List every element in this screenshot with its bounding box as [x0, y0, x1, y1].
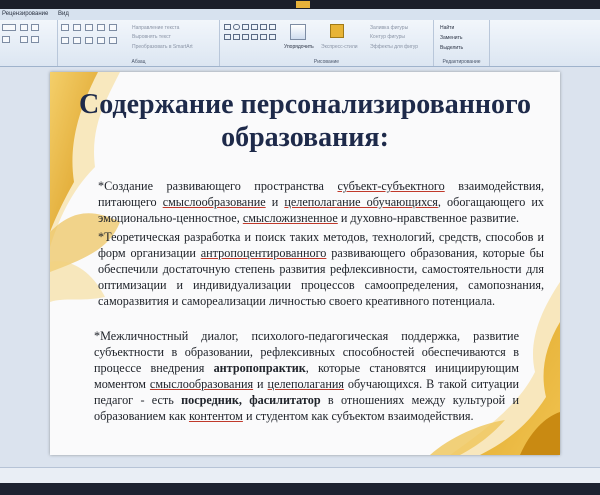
editing-group-label: Редактирование: [442, 59, 481, 65]
shape-rounded-icon[interactable]: [260, 24, 267, 30]
bullets-icon[interactable]: [61, 24, 69, 31]
p3-bold-2: посредник, фасилитатор: [181, 393, 321, 407]
align-center-icon[interactable]: [73, 37, 81, 44]
find-button[interactable]: Найти: [440, 25, 454, 31]
quick-styles-button[interactable]: Экспресс-стили: [321, 44, 358, 50]
editing-group: Найти Заменить Выделить Редактирование: [434, 20, 490, 66]
columns-icon[interactable]: [109, 37, 117, 44]
shape-triangle-icon[interactable]: [269, 24, 276, 30]
indent-decrease-icon[interactable]: [85, 24, 93, 31]
p1-underlined-3: целеполагание обучающихся: [284, 195, 438, 209]
font-group: [0, 20, 58, 66]
shape-more-icon[interactable]: [269, 34, 276, 40]
shape-rectangle-icon[interactable]: [224, 24, 231, 30]
shape-line-icon[interactable]: [242, 24, 249, 30]
tab-view[interactable]: Вид: [58, 9, 69, 20]
numbering-icon[interactable]: [73, 24, 81, 31]
align-left-icon[interactable]: [61, 37, 69, 44]
slide-canvas[interactable]: Содержание персонализированного образова…: [50, 72, 560, 455]
p1-underlined-4: смысложизненное: [242, 211, 338, 225]
drawing-group-label: Рисование: [313, 59, 340, 65]
replace-button[interactable]: Заменить: [440, 35, 462, 41]
font-size-box[interactable]: [2, 24, 16, 31]
title-highlight: [296, 1, 310, 8]
select-button[interactable]: Выделить: [440, 45, 463, 51]
font-color-icon[interactable]: [31, 36, 39, 43]
shape-oval-icon[interactable]: [233, 24, 240, 30]
shape-callout-icon[interactable]: [251, 34, 258, 40]
justify-icon[interactable]: [97, 37, 105, 44]
arrange-icon[interactable]: [290, 24, 306, 40]
ribbon: Направление текста Выровнять текст Преоб…: [0, 20, 600, 67]
line-spacing-icon[interactable]: [109, 24, 117, 31]
text-direction-button[interactable]: Направление текста: [132, 25, 179, 31]
align-right-icon[interactable]: [85, 37, 93, 44]
ribbon-tabs: Рецензирование Вид: [0, 9, 600, 20]
slide-paragraph-1[interactable]: *Создание развивающего пространства субъ…: [98, 178, 544, 226]
p3-bold-1: антропопрактик: [213, 361, 306, 375]
indent-increase-icon[interactable]: [97, 24, 105, 31]
taskbar: [0, 483, 600, 495]
align-font-icon[interactable]: [2, 36, 10, 43]
slide-paragraph-3[interactable]: *Межличностный диалог, психолого-педагог…: [94, 328, 519, 424]
p3-underlined-1: смыслообразования: [149, 377, 254, 391]
quick-styles-icon[interactable]: [330, 24, 344, 38]
slide-title[interactable]: Содержание персонализированного образова…: [50, 88, 560, 154]
grow-font-icon[interactable]: [20, 24, 28, 31]
paragraph-group: Направление текста Выровнять текст Преоб…: [58, 20, 220, 66]
tab-review[interactable]: Рецензирование: [2, 9, 48, 20]
drawing-group: Упорядочить Экспресс-стили Заливка фигур…: [220, 20, 434, 66]
p3-text-6: и студентом как субъектом взаимодействия…: [242, 409, 474, 423]
p1-underlined-2: смыслообразование: [162, 195, 266, 209]
p3-underlined-3: контентом: [188, 409, 243, 423]
shape-star-icon[interactable]: [233, 34, 240, 40]
shape-outline-button[interactable]: Контур фигуры: [370, 34, 405, 40]
paragraph-group-label: Абзац: [131, 59, 146, 65]
shape-brace-icon[interactable]: [224, 34, 231, 40]
shrink-font-icon[interactable]: [31, 24, 39, 31]
p2-underlined-1: антропоцентированного: [200, 246, 327, 260]
p3-text-3: и: [253, 377, 268, 391]
convert-smartart-button[interactable]: Преобразовать в SmartArt: [132, 44, 193, 50]
p3-underlined-2: целеполагания: [267, 377, 344, 391]
window-title-bar: [0, 0, 600, 9]
shape-arrow-icon[interactable]: [251, 24, 258, 30]
superscript-icon[interactable]: [20, 36, 28, 43]
slide-paragraph-2[interactable]: *Теоретическая разработка и поиск таких …: [98, 229, 544, 309]
p1-text-3: и: [265, 195, 285, 209]
p1-underlined-1: субъект-субъектного: [337, 179, 445, 193]
arrange-button[interactable]: Упорядочить: [284, 44, 314, 50]
shape-fill-button[interactable]: Заливка фигуры: [370, 25, 408, 31]
align-text-button[interactable]: Выровнять текст: [132, 34, 171, 40]
p1-text-1: *Создание развивающего пространства: [98, 179, 338, 193]
shape-effects-button[interactable]: Эффекты для фигур: [370, 44, 418, 50]
shape-curve-icon[interactable]: [242, 34, 249, 40]
shape-heart-icon[interactable]: [260, 34, 267, 40]
p1-text-5: и духовно-нравственное развитие.: [337, 211, 520, 225]
